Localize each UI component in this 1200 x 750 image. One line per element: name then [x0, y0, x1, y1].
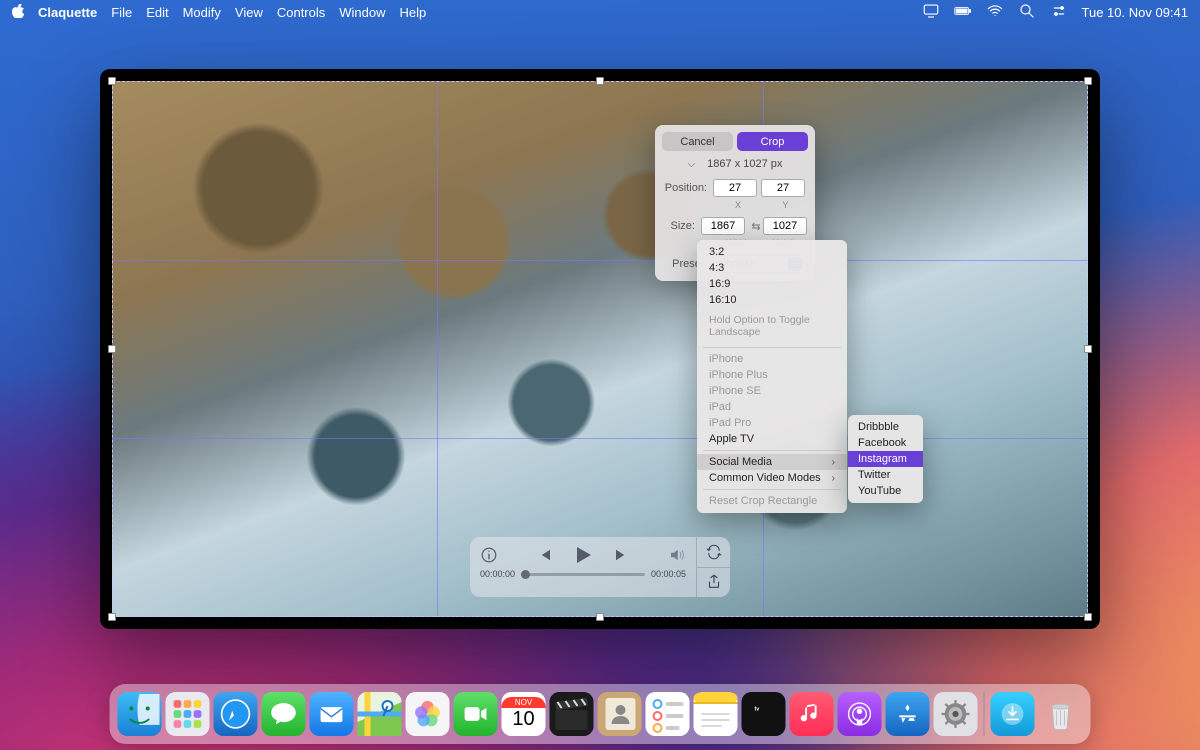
dock-trash[interactable]	[1039, 692, 1083, 736]
landscape-hint: Hold Option to Toggle Landscape	[697, 308, 847, 344]
menu-file[interactable]: File	[111, 5, 132, 20]
pos-x-sublabel: X	[716, 200, 759, 210]
menu-edit[interactable]: Edit	[146, 5, 168, 20]
preset-instagram[interactable]: Instagram	[848, 451, 923, 467]
share-icon[interactable]	[697, 568, 730, 598]
menu-separator	[703, 489, 841, 490]
dock-messages[interactable]	[262, 692, 306, 736]
menu-window[interactable]: Window	[339, 5, 385, 20]
playback-hud: 00:00:00 00:00:05	[470, 537, 730, 597]
clock[interactable]: Tue 10. Nov 09:41	[1082, 5, 1188, 20]
dock: NOV10 tv	[110, 684, 1091, 744]
skip-back-icon[interactable]	[535, 546, 553, 567]
app-name[interactable]: Claquette	[38, 5, 97, 20]
dock-appletv[interactable]: tv	[742, 692, 786, 736]
dock-downloads[interactable]	[991, 692, 1035, 736]
position-y-input[interactable]	[761, 179, 805, 197]
social-media-submenu: Dribbble Facebook Instagram Twitter YouT…	[848, 415, 923, 503]
preset-common-video-modes[interactable]: Common Video Modes›	[697, 470, 847, 486]
size-width-input[interactable]	[701, 217, 745, 235]
dock-finder[interactable]	[118, 692, 162, 736]
timeline-knob[interactable]	[521, 570, 530, 579]
size-height-input[interactable]	[763, 217, 807, 235]
svg-text:tv: tv	[755, 707, 760, 713]
timeline-track[interactable]	[521, 573, 645, 576]
dock-music[interactable]	[790, 692, 834, 736]
chevron-down-icon: ⌵	[688, 159, 696, 170]
volume-icon[interactable]	[668, 546, 686, 567]
dock-calendar[interactable]: NOV10	[502, 692, 546, 736]
dock-reminders[interactable]	[646, 692, 690, 736]
dock-contacts[interactable]	[598, 692, 642, 736]
preset-dribbble[interactable]: Dribbble	[848, 419, 923, 435]
dock-facetime[interactable]	[454, 692, 498, 736]
preset-apple-tv[interactable]: Apple TV	[697, 431, 847, 447]
preset-facebook[interactable]: Facebook	[848, 435, 923, 451]
chevron-right-icon: ›	[832, 473, 835, 484]
preset-youtube[interactable]: YouTube	[848, 483, 923, 499]
preset-ratio-4-3[interactable]: 4:3	[697, 260, 847, 276]
dimensions-text: 1867 x 1027 px	[707, 158, 782, 170]
dock-mail[interactable]	[310, 692, 354, 736]
preset-reset-crop: Reset Crop Rectangle	[697, 493, 847, 509]
position-x-input[interactable]	[713, 179, 757, 197]
chevron-right-icon: ›	[832, 457, 835, 468]
preset-iphone-plus: iPhone Plus	[697, 367, 847, 383]
dock-notes[interactable]	[694, 692, 738, 736]
dock-maps[interactable]	[358, 692, 402, 736]
preset-ipad-pro: iPad Pro	[697, 415, 847, 431]
menu-help[interactable]: Help	[400, 5, 427, 20]
preset-twitter[interactable]: Twitter	[848, 467, 923, 483]
dock-appstore[interactable]	[886, 692, 930, 736]
time-elapsed: 00:00:00	[480, 569, 515, 579]
pos-y-sublabel: Y	[764, 200, 807, 210]
screen-mirroring-icon[interactable]	[922, 2, 940, 23]
calendar-month: NOV	[502, 697, 546, 708]
menu-controls[interactable]: Controls	[277, 5, 325, 20]
dock-photos[interactable]	[406, 692, 450, 736]
dock-claquette[interactable]	[550, 692, 594, 736]
wifi-icon[interactable]	[986, 2, 1004, 23]
loop-icon[interactable]	[697, 537, 730, 568]
info-icon[interactable]	[480, 546, 498, 567]
size-label: Size:	[663, 220, 695, 232]
battery-icon[interactable]	[954, 2, 972, 23]
preset-ipad: iPad	[697, 399, 847, 415]
dock-divider	[984, 692, 985, 736]
dock-podcasts[interactable]	[838, 692, 882, 736]
preset-social-media[interactable]: Social Media›	[697, 454, 847, 470]
crop-dimensions-toggle[interactable]: ⌵ 1867 x 1027 px	[655, 155, 815, 176]
dock-launchpad[interactable]	[166, 692, 210, 736]
spotlight-icon[interactable]	[1018, 2, 1036, 23]
skip-forward-icon[interactable]	[613, 546, 631, 567]
control-center-icon[interactable]	[1050, 2, 1068, 23]
dock-settings[interactable]	[934, 692, 978, 736]
play-icon[interactable]	[571, 543, 595, 570]
preset-dropdown: 3:2 4:3 16:9 16:10 Hold Option to Toggle…	[697, 240, 847, 513]
preset-ratio-3-2[interactable]: 3:2	[697, 244, 847, 260]
menu-separator	[703, 347, 841, 348]
preset-iphone: iPhone	[697, 351, 847, 367]
cancel-button[interactable]: Cancel	[662, 132, 733, 151]
time-total: 00:00:05	[651, 569, 686, 579]
position-label: Position:	[663, 182, 707, 194]
preset-iphone-se: iPhone SE	[697, 383, 847, 399]
aspect-lock-icon[interactable]: ⇆	[749, 220, 763, 233]
apple-menu-icon[interactable]	[12, 4, 26, 21]
menu-separator	[703, 450, 841, 451]
crop-button[interactable]: Crop	[737, 132, 808, 151]
menu-view[interactable]: View	[235, 5, 263, 20]
preset-ratio-16-9[interactable]: 16:9	[697, 276, 847, 292]
preset-ratio-16-10[interactable]: 16:10	[697, 292, 847, 308]
menu-modify[interactable]: Modify	[183, 5, 221, 20]
calendar-day: 10	[512, 708, 534, 731]
menubar: Claquette File Edit Modify View Controls…	[0, 0, 1200, 24]
dock-safari[interactable]	[214, 692, 258, 736]
